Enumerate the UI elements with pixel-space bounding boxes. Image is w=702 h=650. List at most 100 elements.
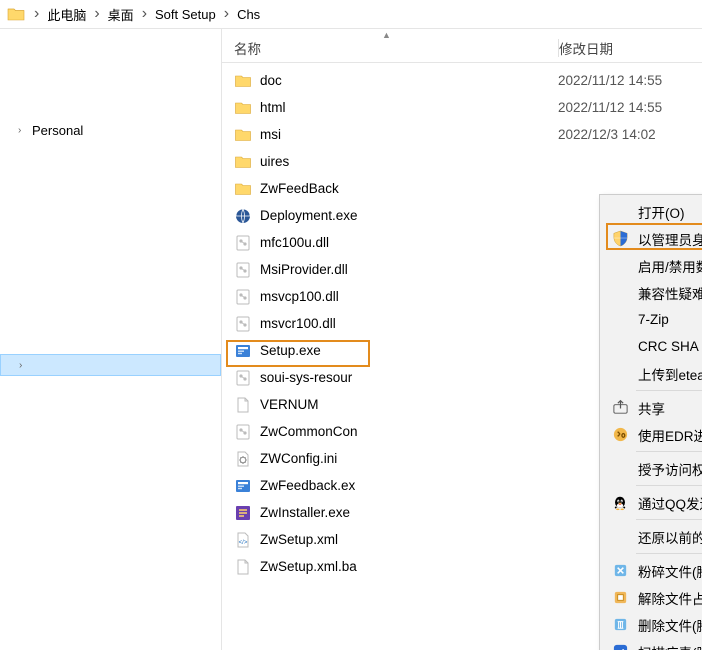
dll-icon — [234, 423, 252, 441]
file-row[interactable]: doc 2022/11/12 14:55 — [222, 67, 702, 94]
blank-icon — [610, 364, 630, 384]
context-menu-item[interactable]: 打开(O) — [602, 198, 702, 225]
shield-icon — [610, 229, 630, 249]
file-name-label: html — [260, 100, 286, 115]
file-name-cell[interactable]: ZwFeedBack — [222, 180, 558, 198]
file-name-label: ZwSetup.xml.ba — [260, 559, 357, 574]
context-menu-label: 打开(O) — [638, 202, 702, 222]
sidebar-item-selected[interactable] — [0, 354, 221, 376]
file-name-cell[interactable]: doc — [222, 72, 558, 90]
file-date-cell: 2022/11/12 14:55 — [558, 73, 702, 88]
context-menu-item[interactable]: 以管理员身份运行(A) — [602, 225, 702, 252]
file-name-cell[interactable]: VERNUM — [222, 396, 558, 414]
tqq1-icon — [610, 561, 630, 581]
folder-icon — [234, 153, 252, 171]
context-menu-item[interactable]: CRC SHA — [602, 333, 702, 360]
file-name-label: MsiProvider.dll — [260, 262, 348, 277]
breadcrumb-item[interactable]: 桌面 — [104, 0, 138, 28]
file-name-cell[interactable]: ZwCommonCon — [222, 423, 558, 441]
chevron-right-icon[interactable] — [90, 5, 103, 23]
file-name-cell[interactable]: Deployment.exe — [222, 207, 558, 225]
column-header-name[interactable]: 名称 — [222, 38, 558, 58]
file-row[interactable]: html 2022/11/12 14:55 — [222, 94, 702, 121]
file-name-label: ZwFeedBack — [260, 181, 339, 196]
blank-icon — [610, 527, 630, 547]
file-name-label: doc — [260, 73, 282, 88]
file-name-cell[interactable]: Setup.exe — [222, 342, 558, 360]
file-name-label: Deployment.exe — [260, 208, 358, 223]
file-name-label: Setup.exe — [260, 343, 321, 358]
file-icon — [234, 396, 252, 414]
context-menu-item[interactable]: 共享 — [602, 394, 702, 421]
context-menu-item[interactable]: 授予访问权限(G) — [602, 455, 702, 482]
dll-icon — [234, 261, 252, 279]
file-name-cell[interactable]: soui-sys-resour — [222, 369, 558, 387]
file-name-cell[interactable]: </>ZwSetup.xml — [222, 531, 558, 549]
context-menu-item[interactable]: 粉碎文件(腾讯电脑管家) — [602, 557, 702, 584]
file-name-cell[interactable]: ZwSetup.xml.ba — [222, 558, 558, 576]
file-name-cell[interactable]: ZwInstaller.exe — [222, 504, 558, 522]
breadcrumb-item[interactable]: Chs — [233, 0, 264, 28]
navigation-pane[interactable]: Personal — [0, 29, 222, 650]
breadcrumb-item[interactable]: 此电脑 — [43, 0, 90, 28]
folder-icon — [234, 99, 252, 117]
file-date-cell: 2022/11/12 14:55 — [558, 100, 702, 115]
blank-icon — [610, 310, 630, 330]
file-name-cell[interactable]: ZwFeedback.ex — [222, 477, 558, 495]
column-header-date[interactable]: 修改日期 — [559, 38, 702, 58]
context-menu-item[interactable]: 删除文件(腾讯电脑管家) — [602, 611, 702, 638]
file-name-label: VERNUM — [260, 397, 319, 412]
sidebar-item-personal[interactable]: Personal — [0, 119, 221, 141]
context-menu-label: 通过QQ发送到 — [638, 493, 702, 513]
context-menu-item[interactable]: 兼容性疑难解答(Y) — [602, 279, 702, 306]
context-menu-label: 粉碎文件(腾讯电脑管家) — [638, 561, 702, 581]
context-menu-item[interactable]: 通过QQ发送到 — [602, 489, 702, 516]
file-row[interactable]: uires — [222, 148, 702, 175]
blank-icon — [610, 337, 630, 357]
tqq4-icon — [610, 642, 630, 650]
dll-icon — [234, 315, 252, 333]
file-name-cell[interactable]: msvcr100.dll — [222, 315, 558, 333]
context-menu-label: 还原以前的版本(V) — [638, 527, 702, 547]
installer-icon — [234, 477, 252, 495]
context-menu-item[interactable]: 还原以前的版本(V) — [602, 523, 702, 550]
context-menu-label: 7-Zip — [638, 312, 702, 327]
sidebar-item-label: Personal — [32, 123, 83, 138]
chevron-right-icon[interactable] — [18, 125, 32, 136]
context-menu-item[interactable]: 7-Zip — [602, 306, 702, 333]
context-menu-item[interactable]: 上传到eteams — [602, 360, 702, 387]
file-name-cell[interactable]: uires — [222, 153, 558, 171]
installer-icon — [234, 342, 252, 360]
column-headers[interactable]: 名称 修改日期 — [222, 29, 702, 63]
breadcrumb-item[interactable]: Soft Setup — [151, 0, 220, 28]
context-menu-item[interactable]: 解除文件占用(腾讯电脑管家) — [602, 584, 702, 611]
context-menu-label: 以管理员身份运行(A) — [638, 229, 702, 249]
file-name-cell[interactable]: ZWConfig.ini — [222, 450, 558, 468]
tqq3-icon — [610, 615, 630, 635]
chevron-right-icon[interactable] — [220, 5, 233, 23]
context-menu[interactable]: 打开(O) 以管理员身份运行(A) 启用/禁用数字签名图标兼容性疑难解答(Y) 7-Z… — [599, 194, 702, 650]
folder-icon — [234, 180, 252, 198]
dll-icon — [234, 288, 252, 306]
file-name-cell[interactable]: msvcp100.dll — [222, 288, 558, 306]
file-name-cell[interactable]: MsiProvider.dll — [222, 261, 558, 279]
context-menu-label: 使用EDR进行扫描 — [638, 425, 702, 445]
context-menu-item[interactable]: 扫描病毒(腾讯电脑管家) — [602, 638, 702, 650]
chevron-right-icon[interactable] — [138, 5, 151, 23]
globe-icon — [234, 207, 252, 225]
context-menu-label: 授予访问权限(G) — [638, 459, 702, 479]
file-name-label: ZwInstaller.exe — [260, 505, 350, 520]
ini-icon — [234, 450, 252, 468]
context-menu-item[interactable]: 启用/禁用数字签名图标 — [602, 252, 702, 279]
file-name-cell[interactable]: mfc100u.dll — [222, 234, 558, 252]
file-name-label: msvcp100.dll — [260, 289, 339, 304]
address-bar[interactable]: 此电脑 桌面 Soft Setup Chs — [0, 0, 702, 28]
context-menu-label: 扫描病毒(腾讯电脑管家) — [638, 642, 702, 650]
file-name-cell[interactable]: msi — [222, 126, 558, 144]
file-row[interactable]: msi2022/12/3 14:02 — [222, 121, 702, 148]
chevron-right-icon[interactable] — [30, 5, 43, 23]
context-menu-item[interactable]: 使用EDR进行扫描 — [602, 421, 702, 448]
file-name-cell[interactable]: html — [222, 99, 558, 117]
chevron-right-icon[interactable] — [19, 360, 33, 371]
file-name-label: mfc100u.dll — [260, 235, 329, 250]
